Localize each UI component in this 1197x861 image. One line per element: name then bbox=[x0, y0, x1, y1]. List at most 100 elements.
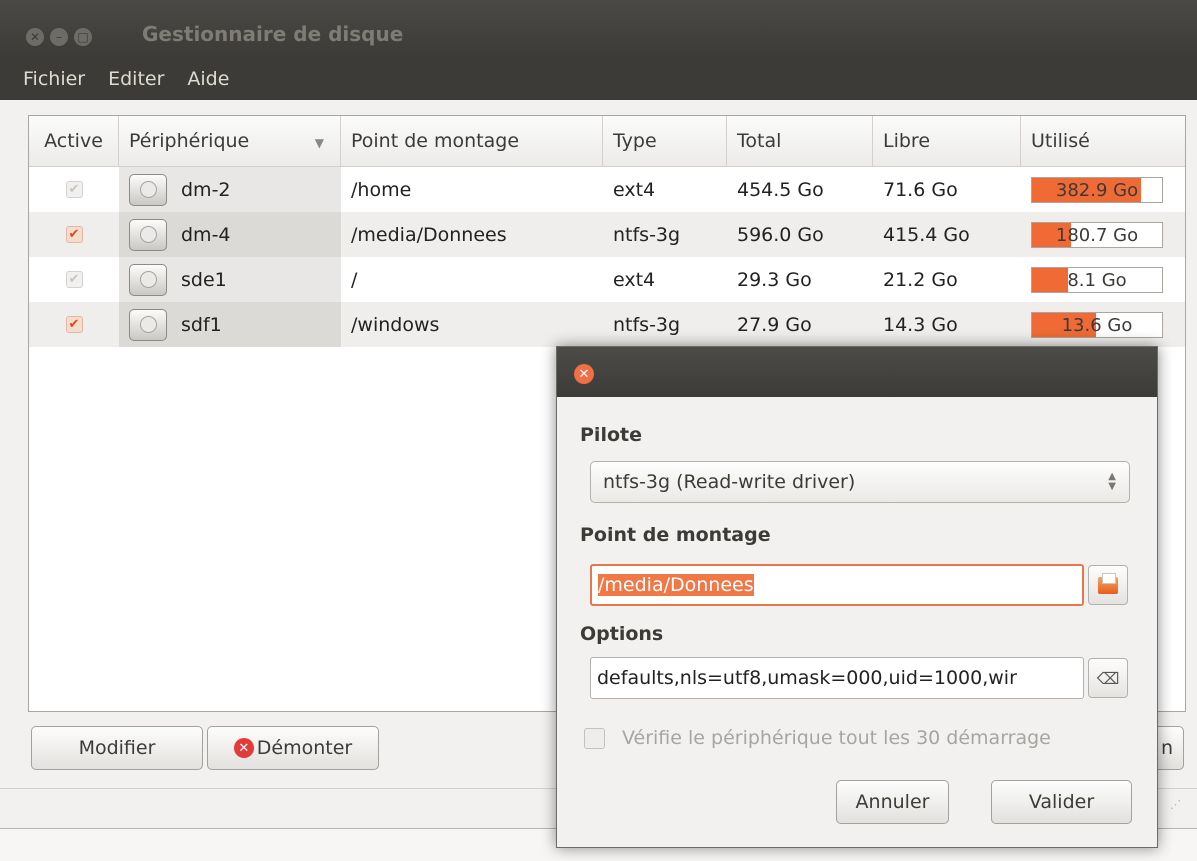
usage-bar: 8.1 Go bbox=[1031, 266, 1163, 293]
column-header-device[interactable]: Périphérique ▼ bbox=[119, 116, 341, 166]
driver-select[interactable]: ntfs-3g (Read-write driver) ▲ ▼ bbox=[590, 461, 1130, 503]
clear-text-icon: ⌫ bbox=[1096, 668, 1120, 688]
free-cell: 21.2 Go bbox=[883, 268, 958, 291]
mount-cell: /windows bbox=[351, 313, 440, 336]
column-header-active[interactable]: Active bbox=[29, 116, 119, 166]
device-name: sde1 bbox=[181, 268, 227, 291]
folder-icon bbox=[1098, 572, 1118, 594]
table-row[interactable]: ✔ dm-4 /media/Donnees ntfs-3g 596.0 Go 4… bbox=[29, 212, 1185, 257]
used-cell: 382.9 Go bbox=[1021, 167, 1185, 212]
type-cell: ntfs-3g bbox=[613, 223, 681, 246]
table-row[interactable]: ✔ sde1 / ext4 29.3 Go 21.2 Go 8.1 Go bbox=[29, 257, 1185, 302]
hard-disk-icon bbox=[129, 173, 167, 206]
active-checkbox[interactable]: ✔ bbox=[65, 226, 83, 243]
device-name: sdf1 bbox=[181, 313, 222, 336]
usage-bar: 180.7 Go bbox=[1031, 221, 1163, 248]
column-header-device-label: Périphérique bbox=[129, 130, 250, 152]
total-cell: 29.3 Go bbox=[737, 268, 812, 291]
check-device-option[interactable]: Vérifie le périphérique tout les 30 déma… bbox=[584, 727, 1051, 749]
column-header-mount[interactable]: Point de montage bbox=[341, 116, 603, 166]
usage-bar: 382.9 Go bbox=[1031, 176, 1163, 203]
hidden-button-fragment: n bbox=[1160, 737, 1173, 759]
total-cell: 27.9 Go bbox=[737, 313, 812, 336]
mount-point-input[interactable]: /media/Donnees bbox=[590, 564, 1084, 606]
hard-disk-icon bbox=[129, 263, 167, 296]
driver-label: Pilote bbox=[580, 424, 642, 446]
spin-arrows-icon: ▲ ▼ bbox=[1108, 471, 1116, 492]
hard-disk-icon bbox=[129, 218, 167, 251]
device-name: dm-2 bbox=[181, 178, 231, 201]
unmount-button[interactable]: ✕ Démonter bbox=[207, 726, 379, 770]
error-x-icon: ✕ bbox=[233, 738, 254, 758]
type-cell: ext4 bbox=[613, 268, 656, 291]
table-row[interactable]: ✔ dm-2 /home ext4 454.5 Go 71.6 Go 382.9… bbox=[29, 167, 1185, 212]
usage-bar: 13.6 Go bbox=[1031, 311, 1163, 338]
active-cell: ✔ bbox=[29, 212, 119, 257]
options-input[interactable]: defaults,nls=utf8,umask=000,uid=1000,wir bbox=[590, 657, 1084, 699]
resize-grip-icon[interactable]: ⋰ bbox=[1170, 798, 1181, 811]
mount-point-label: Point de montage bbox=[580, 524, 771, 546]
total-cell: 596.0 Go bbox=[737, 223, 824, 246]
window-close-icon[interactable]: ✕ bbox=[26, 28, 44, 46]
usage-text: 180.7 Go bbox=[1055, 224, 1139, 246]
type-cell: ntfs-3g bbox=[613, 313, 681, 336]
check-device-label: Vérifie le périphérique tout les 30 déma… bbox=[622, 727, 1051, 749]
device-cell: sdf1 bbox=[119, 302, 341, 347]
used-cell: 180.7 Go bbox=[1021, 212, 1185, 257]
dialog-title-bar: ✕ bbox=[557, 347, 1157, 397]
column-header-free[interactable]: Libre bbox=[873, 116, 1021, 166]
active-cell: ✔ bbox=[29, 302, 119, 347]
free-cell: 14.3 Go bbox=[883, 313, 958, 336]
mount-cell: /media/Donnees bbox=[351, 223, 507, 246]
active-cell: ✔ bbox=[29, 257, 119, 302]
total-cell: 454.5 Go bbox=[737, 178, 824, 201]
mount-point-input-value: /media/Donnees bbox=[598, 574, 754, 596]
usage-text: 382.9 Go bbox=[1055, 179, 1139, 201]
usage-text: 8.1 Go bbox=[1067, 269, 1127, 291]
window-controls: ✕ – □ bbox=[26, 28, 92, 46]
menu-fichier[interactable]: Fichier bbox=[0, 68, 96, 90]
table-row[interactable]: ✔ sdf1 /windows ntfs-3g 27.9 Go 14.3 Go … bbox=[29, 302, 1185, 347]
driver-select-value: ntfs-3g (Read-write driver) bbox=[603, 471, 856, 493]
active-cell: ✔ bbox=[29, 167, 119, 212]
window-minimize-icon[interactable]: – bbox=[50, 28, 68, 46]
mount-cell: /home bbox=[351, 178, 412, 201]
unmount-label: Démonter bbox=[256, 737, 353, 759]
used-cell: 8.1 Go bbox=[1021, 257, 1185, 302]
ok-button[interactable]: Valider bbox=[991, 780, 1132, 824]
clear-options-button[interactable]: ⌫ bbox=[1088, 658, 1128, 698]
edit-dialog: ✕ Pilote ntfs-3g (Read-write driver) ▲ ▼ … bbox=[556, 346, 1158, 848]
table-header: Active Périphérique ▼ Point de montage T… bbox=[29, 116, 1185, 167]
menu-editer[interactable]: Editer bbox=[96, 68, 175, 90]
dialog-close-icon[interactable]: ✕ bbox=[574, 364, 594, 384]
usage-text: 13.6 Go bbox=[1061, 314, 1133, 336]
options-label: Options bbox=[580, 623, 664, 645]
sort-down-icon: ▼ bbox=[314, 136, 324, 150]
type-cell: ext4 bbox=[613, 178, 656, 201]
browse-button[interactable] bbox=[1088, 565, 1128, 605]
window-maximize-icon[interactable]: □ bbox=[74, 28, 92, 46]
cancel-button[interactable]: Annuler bbox=[836, 780, 949, 824]
column-header-type[interactable]: Type bbox=[603, 116, 727, 166]
modify-button[interactable]: Modifier bbox=[31, 726, 203, 770]
device-cell: dm-4 bbox=[119, 212, 341, 257]
active-checkbox[interactable]: ✔ bbox=[65, 271, 83, 288]
device-cell: sde1 bbox=[119, 257, 341, 302]
device-cell: dm-2 bbox=[119, 167, 341, 212]
check-device-checkbox[interactable] bbox=[584, 727, 605, 749]
menu-aide[interactable]: Aide bbox=[175, 68, 240, 90]
hard-disk-icon bbox=[129, 308, 167, 341]
column-header-total[interactable]: Total bbox=[727, 116, 873, 166]
window-title: Gestionnaire de disque bbox=[142, 22, 404, 46]
free-cell: 415.4 Go bbox=[883, 223, 970, 246]
options-input-value: defaults,nls=utf8,umask=000,uid=1000,wir bbox=[597, 667, 1017, 689]
column-header-used[interactable]: Utilisé bbox=[1021, 116, 1185, 166]
menu-bar: Fichier Editer Aide bbox=[0, 58, 1197, 100]
mount-cell: / bbox=[351, 268, 358, 291]
used-cell: 13.6 Go bbox=[1021, 302, 1185, 347]
active-checkbox[interactable]: ✔ bbox=[65, 181, 83, 198]
active-checkbox[interactable]: ✔ bbox=[65, 316, 83, 333]
title-bar: ✕ – □ Gestionnaire de disque bbox=[0, 0, 1197, 58]
free-cell: 71.6 Go bbox=[883, 178, 958, 201]
device-name: dm-4 bbox=[181, 223, 231, 246]
